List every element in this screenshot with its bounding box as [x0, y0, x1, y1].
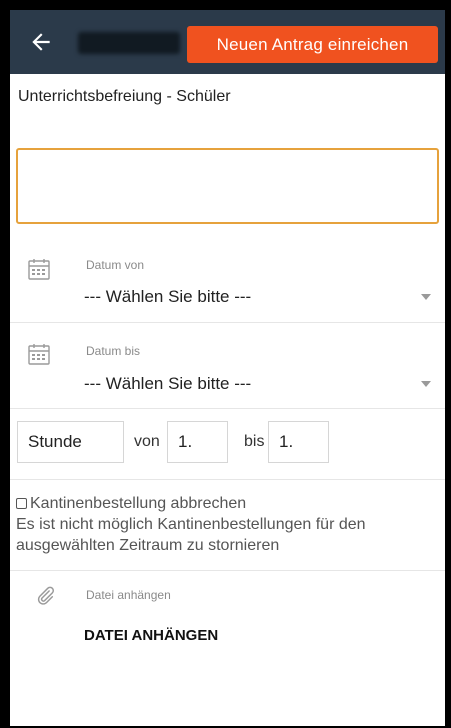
paperclip-icon: [37, 586, 54, 605]
app-screen: Neuen Antrag einreichen Unterrichtsbefre…: [10, 10, 445, 726]
chevron-down-icon: [421, 294, 431, 300]
date-to-label: Datum bis: [86, 344, 141, 358]
date-from-row[interactable]: Datum von --- Wählen Sie bitte ---: [10, 236, 445, 323]
reason-textarea[interactable]: [16, 148, 439, 224]
chevron-down-icon: [421, 381, 431, 387]
lesson-from-label: von: [134, 433, 160, 450]
app-bar: Neuen Antrag einreichen: [10, 10, 445, 74]
canteen-section: Kantinenbestellung abbrechen Es ist nich…: [16, 493, 441, 556]
canteen-cancel-label: Kantinenbestellung abbrechen: [30, 495, 247, 512]
lesson-to-input[interactable]: 1.: [268, 421, 329, 463]
date-to-select[interactable]: --- Wählen Sie bitte ---: [84, 374, 251, 394]
lesson-from-input[interactable]: 1.: [167, 421, 228, 463]
calendar-icon: [28, 344, 50, 365]
date-from-label: Datum von: [86, 258, 145, 272]
redacted-user-name: [78, 32, 180, 54]
date-from-select[interactable]: --- Wählen Sie bitte ---: [84, 287, 251, 307]
lesson-unit-select[interactable]: Stunde: [17, 421, 124, 463]
lesson-to-label: bis: [244, 433, 265, 450]
attachment-label: Datei anhängen: [86, 588, 171, 602]
date-to-row[interactable]: Datum bis --- Wählen Sie bitte ---: [10, 322, 445, 409]
form-type-title: Unterrichtsbefreiung - Schüler: [18, 88, 231, 105]
submit-new-request-button[interactable]: Neuen Antrag einreichen: [187, 26, 438, 63]
attachment-section: Datei anhängen DATEI ANHÄNGEN: [10, 570, 445, 721]
canteen-notice: Es ist nicht möglich Kantinenbestellunge…: [16, 516, 366, 554]
attach-file-button[interactable]: DATEI ANHÄNGEN: [84, 627, 218, 644]
calendar-icon: [28, 259, 50, 280]
arrow-left-icon[interactable]: [28, 29, 54, 55]
canteen-cancel-checkbox-row[interactable]: Kantinenbestellung abbrechen: [16, 493, 441, 514]
canteen-cancel-checkbox[interactable]: [16, 498, 27, 509]
lesson-range-row: Stunde von 1. bis 1.: [10, 409, 445, 480]
